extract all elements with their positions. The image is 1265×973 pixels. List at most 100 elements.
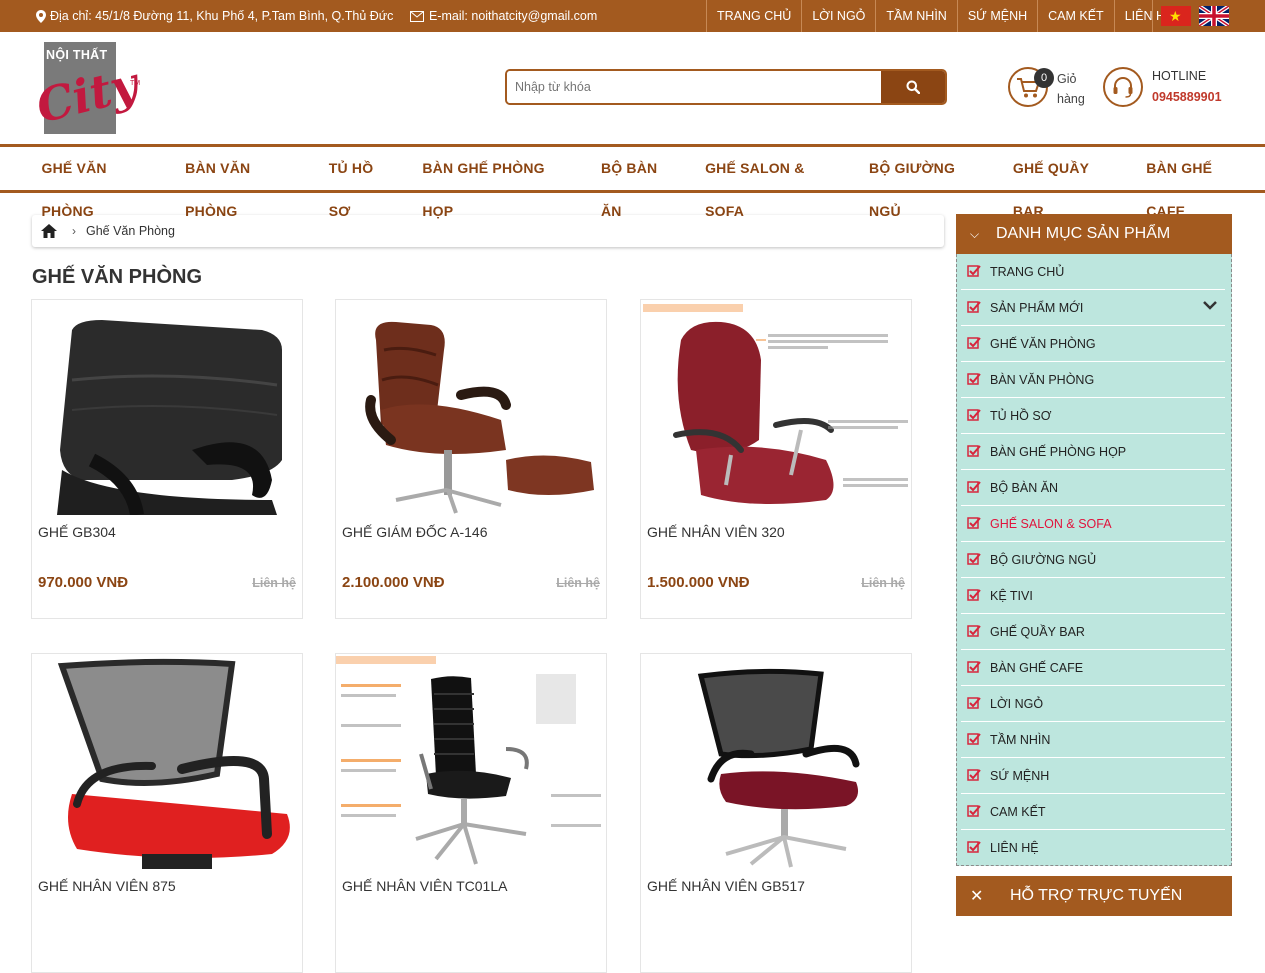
uk-flag-icon[interactable] — [1199, 6, 1229, 26]
sidebar-item-file-cabinets[interactable]: TỦ HỒ SƠ — [961, 398, 1225, 434]
checkbox-icon — [967, 588, 981, 601]
support-header[interactable]: ✕ HỖ TRỢ TRỰC TUYẾN — [956, 876, 1232, 916]
sidebar-item-commitment[interactable]: CAM KẾT — [961, 794, 1225, 830]
main-nav-office-chairs[interactable]: GHẾ VĂN PHÒNG — [29, 147, 173, 219]
hotline-badge — [1103, 67, 1143, 107]
top-nav-vision[interactable]: TẦM NHÌN — [875, 0, 956, 32]
home-icon[interactable] — [40, 223, 58, 239]
main-nav-bedroom-sets[interactable]: BỘ GIƯỜNG NGỦ — [857, 147, 1001, 219]
product-name[interactable]: GHẾ GIÁM ĐỐC A-146 — [342, 524, 487, 540]
sidebar-item-label: KỆ TIVI — [990, 588, 1033, 603]
checkbox-icon — [967, 768, 981, 781]
category-list: TRANG CHỦ SẢN PHẨM MỚI GHẾ VĂN PHÒNG BÀN… — [956, 254, 1232, 866]
email-text: E-mail: noithatcity@gmail.com — [429, 9, 598, 23]
map-marker-icon — [36, 9, 46, 23]
contact-link[interactable]: Liên hệ — [861, 576, 905, 590]
cart-count: 0 — [1034, 68, 1054, 88]
checkbox-icon — [967, 264, 981, 277]
site-logo[interactable]: NỘI THẤT City TM — [31, 42, 143, 134]
cart-button[interactable]: 0 — [1008, 67, 1054, 107]
contact-link[interactable]: Liên hệ — [556, 576, 600, 590]
support-icon: ✕ — [970, 888, 984, 905]
hotline-number[interactable]: 0945889901 — [1152, 90, 1222, 104]
sidebar-item-label: SỨ MỆNH — [990, 768, 1050, 783]
main-nav-meeting-furniture[interactable]: BÀN GHẾ PHÒNG HỌP — [410, 147, 589, 219]
sidebar-item-mission[interactable]: SỨ MỆNH — [961, 758, 1225, 794]
sidebar-item-bar-chairs[interactable]: GHẾ QUẦY BAR — [961, 614, 1225, 650]
checkbox-icon — [967, 552, 981, 565]
search-button[interactable] — [881, 71, 945, 103]
sidebar-item-office-chairs[interactable]: GHẾ VĂN PHÒNG — [961, 326, 1225, 362]
top-nav-home[interactable]: TRANG CHỦ — [706, 0, 801, 32]
cart-label[interactable]: Giỏ hàng — [1057, 69, 1097, 109]
product-card[interactable]: GHẾ NHÂN VIÊN 875 — [31, 653, 303, 973]
top-bar: Địa chỉ: 45/1/8 Đường 11, Khu Phố 4, P.T… — [0, 0, 1265, 32]
product-image[interactable] — [32, 300, 302, 515]
breadcrumb: › Ghế Văn Phòng — [32, 215, 944, 247]
chevron-down-icon: ⌵ — [970, 226, 980, 241]
product-name[interactable]: GHẾ NHÂN VIÊN 875 — [38, 878, 176, 894]
sidebar-header[interactable]: ⌵ DANH MỤC SẢN PHẨM — [956, 214, 1232, 254]
main-nav-office-desks[interactable]: BÀN VĂN PHÒNG — [173, 147, 317, 219]
sidebar-item-label: TẦM NHÌN — [990, 732, 1051, 747]
product-image[interactable] — [641, 654, 911, 869]
checkbox-icon — [967, 408, 981, 421]
top-nav-intro[interactable]: LỜI NGỎ — [801, 0, 875, 32]
product-card[interactable]: GHẾ NHÂN VIÊN GB517 — [640, 653, 912, 973]
product-card[interactable]: GHẾ NHÂN VIÊN 320 1.500.000 VNĐ Liên hệ — [640, 299, 912, 619]
sidebar-item-office-desks[interactable]: BÀN VĂN PHÒNG — [961, 362, 1225, 398]
search-input[interactable] — [507, 71, 881, 103]
sidebar-item-dining-sets[interactable]: BỘ BÀN ĂN — [961, 470, 1225, 506]
main-nav-dining-sets[interactable]: BỘ BÀN ĂN — [588, 147, 692, 219]
product-card[interactable]: GHẾ GIÁM ĐỐC A-146 2.100.000 VNĐ Liên hệ — [335, 299, 607, 619]
product-image[interactable] — [32, 654, 302, 869]
sidebar-item-contact[interactable]: LIÊN HỆ — [961, 830, 1225, 866]
search-icon — [906, 80, 920, 94]
checkbox-icon — [967, 804, 981, 817]
headset-icon — [1113, 77, 1133, 98]
vietnam-flag-icon[interactable]: ★ — [1161, 6, 1191, 26]
sidebar-item-vision[interactable]: TẦM NHÌN — [961, 722, 1225, 758]
checkbox-icon — [967, 841, 981, 853]
checkbox-icon — [967, 300, 981, 313]
main-nav-bar-chairs[interactable]: GHẾ QUẦY BAR — [1000, 147, 1133, 219]
sidebar-item-cafe-furniture[interactable]: BÀN GHẾ CAFE — [961, 650, 1225, 686]
email[interactable]: E-mail: noithatcity@gmail.com — [410, 9, 597, 23]
product-name[interactable]: GHẾ NHÂN VIÊN GB517 — [647, 878, 805, 894]
chevron-down-icon[interactable] — [1203, 300, 1217, 310]
envelope-icon — [410, 10, 424, 22]
checkbox-icon — [967, 444, 981, 457]
top-nav-mission[interactable]: SỨ MỆNH — [956, 0, 1037, 32]
product-price: 1.500.000 VNĐ — [647, 574, 750, 591]
product-image[interactable] — [336, 300, 606, 515]
checkbox-icon — [967, 624, 981, 637]
main-nav-salon-sofa[interactable]: GHẾ SALON & SOFA — [693, 147, 857, 219]
sidebar-item-label: GHẾ VĂN PHÒNG — [990, 336, 1096, 351]
product-card[interactable]: GHẾ GB304 970.000 VNĐ Liên hệ — [31, 299, 303, 619]
chevron-right-icon: › — [72, 224, 76, 238]
product-name[interactable]: GHẾ NHÂN VIÊN 320 — [647, 524, 785, 540]
main-nav-file-cabinets[interactable]: TỦ HỒ SƠ — [316, 147, 410, 219]
checkbox-icon — [967, 480, 981, 493]
sidebar-item-intro[interactable]: LỜI NGỎ — [961, 686, 1225, 722]
sidebar-item-bedroom-sets[interactable]: BỘ GIƯỜNG NGỦ — [961, 542, 1225, 578]
product-card[interactable]: GHẾ NHÂN VIÊN TC01LA — [335, 653, 607, 973]
sidebar-item-label: BÀN GHẾ CAFE — [990, 660, 1084, 675]
sidebar-item-new-products[interactable]: SẢN PHẨM MỚI — [961, 290, 1225, 326]
product-image[interactable] — [336, 654, 606, 869]
main-nav-cafe-furniture[interactable]: BÀN GHẾ CAFE — [1134, 147, 1265, 219]
checkbox-icon — [967, 516, 981, 529]
product-name[interactable]: GHẾ GB304 — [38, 524, 116, 540]
main-nav: GHẾ VĂN PHÒNG BÀN VĂN PHÒNG TỦ HỒ SƠ BÀN… — [0, 144, 1265, 219]
contact-link[interactable]: Liên hệ — [252, 576, 296, 590]
top-nav-commitment[interactable]: CAM KẾT — [1037, 0, 1114, 32]
product-name[interactable]: GHẾ NHÂN VIÊN TC01LA — [342, 878, 507, 894]
product-image[interactable] — [641, 300, 911, 515]
checkbox-icon — [967, 372, 981, 385]
sidebar-item-home[interactable]: TRANG CHỦ — [961, 254, 1225, 290]
sidebar-item-label: SẢN PHẨM MỚI — [990, 300, 1084, 315]
sidebar-item-label: BỘ GIƯỜNG NGỦ — [990, 552, 1097, 567]
sidebar-item-tv-shelves[interactable]: KỆ TIVI — [961, 578, 1225, 614]
sidebar-item-salon-sofa[interactable]: GHẾ SALON & SOFA — [961, 506, 1225, 542]
sidebar-item-meeting-furniture[interactable]: BÀN GHẾ PHÒNG HỌP — [961, 434, 1225, 470]
